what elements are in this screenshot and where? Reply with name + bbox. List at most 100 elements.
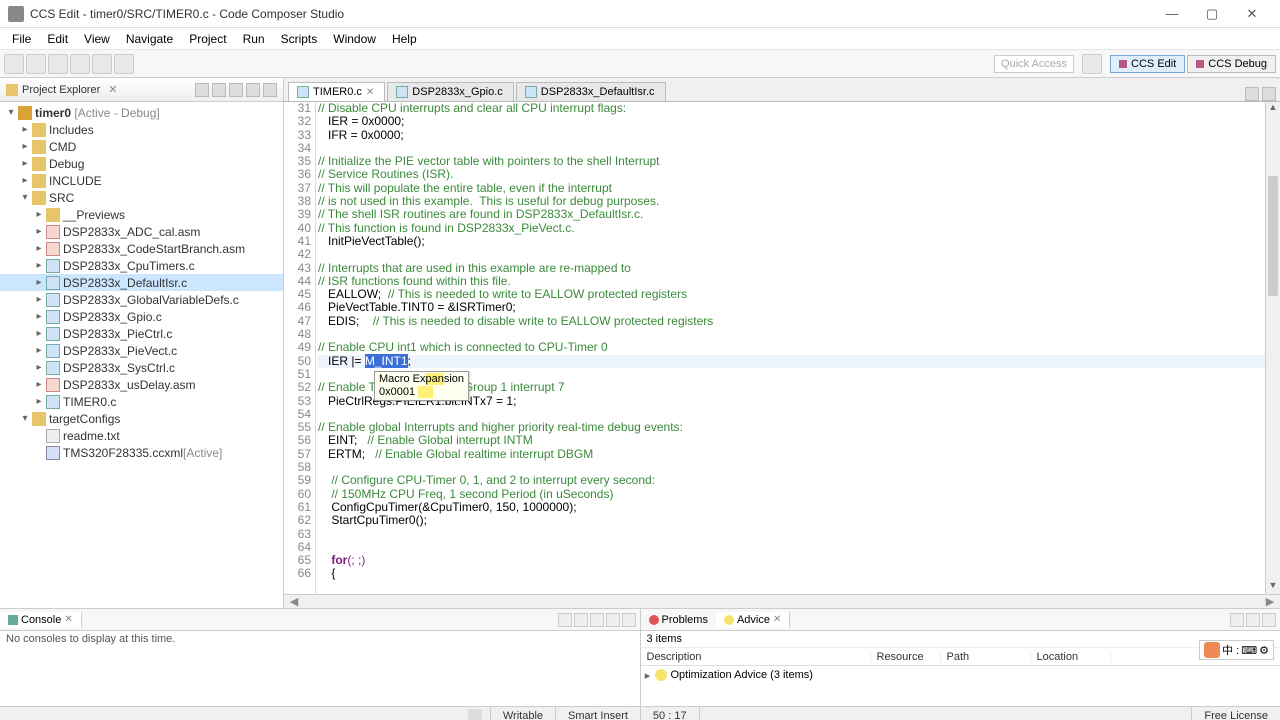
editor-max-button[interactable] — [1262, 87, 1276, 101]
toolbar: Quick Access CCS EditCCS Debug — [0, 50, 1280, 78]
ime-settings-icon[interactable]: ⚙ — [1259, 644, 1269, 657]
menu-project[interactable]: Project — [181, 30, 234, 48]
scroll-thumb[interactable] — [1268, 176, 1278, 296]
quick-access[interactable]: Quick Access — [994, 55, 1074, 73]
expand-icon[interactable]: ▸ — [641, 669, 655, 682]
advice-max-button[interactable] — [1262, 613, 1276, 627]
perspective-ccs-debug[interactable]: CCS Debug — [1187, 55, 1276, 73]
ime-overlay[interactable]: 中 : ⌨ ⚙ — [1199, 640, 1274, 660]
sogou-icon — [1204, 642, 1220, 658]
editor-tabbar: TIMER0.c ✕DSP2833x_Gpio.cDSP2833x_Defaul… — [284, 78, 1280, 102]
vertical-scrollbar[interactable]: ▲ ▼ — [1265, 102, 1280, 594]
col-resource[interactable]: Resource — [871, 651, 941, 663]
editor-min-button[interactable] — [1245, 87, 1259, 101]
console-max-button[interactable] — [622, 613, 636, 627]
perspective-ccs-edit[interactable]: CCS Edit — [1110, 55, 1185, 73]
status-icon[interactable] — [468, 709, 482, 720]
scroll-right-icon[interactable]: ▶ — [1264, 595, 1276, 608]
tree-node[interactable]: ▾targetConfigs — [0, 410, 283, 427]
tree-node[interactable]: ▸DSP2833x_ADC_cal.asm — [0, 223, 283, 240]
tree-node[interactable]: ▸INCLUDE — [0, 172, 283, 189]
console-open-button[interactable] — [590, 613, 604, 627]
editor-tab[interactable]: DSP2833x_Gpio.c — [387, 82, 514, 101]
code-editor[interactable]: 3132333435363738394041424344454647484950… — [284, 102, 1280, 594]
tree-node[interactable]: ▸DSP2833x_PieCtrl.c — [0, 325, 283, 342]
close-console-icon[interactable]: ✕ — [64, 614, 72, 625]
tab-problems[interactable]: Problems — [641, 612, 716, 628]
status-license: Free License — [1191, 707, 1280, 720]
tree-node[interactable]: ▸TIMER0.c — [0, 393, 283, 410]
menu-navigate[interactable]: Navigate — [118, 30, 181, 48]
macro-expansion-tooltip: Macro Expansion0x0001 — [374, 371, 469, 402]
tree-node[interactable]: readme.txt — [0, 427, 283, 444]
close-view-icon[interactable]: ✕ — [108, 83, 117, 96]
console-pin-button[interactable] — [558, 613, 572, 627]
tree-node[interactable]: ▸DSP2833x_Gpio.c — [0, 308, 283, 325]
line-gutter: 3132333435363738394041424344454647484950… — [284, 102, 316, 594]
view-title: Project Explorer — [22, 84, 100, 96]
menu-edit[interactable]: Edit — [39, 30, 76, 48]
col-path[interactable]: Path — [941, 651, 1031, 663]
scroll-left-icon[interactable]: ◀ — [288, 595, 300, 608]
link-editor-button[interactable] — [212, 83, 226, 97]
project-tree[interactable]: ▾timer0 [Active - Debug]▸Includes▸CMD▸De… — [0, 102, 283, 608]
menubar: FileEditViewNavigateProjectRunScriptsWin… — [0, 28, 1280, 50]
menu-window[interactable]: Window — [325, 30, 384, 48]
tab-console[interactable]: Console ✕ — [0, 612, 82, 628]
code-area[interactable]: // Disable CPU interrupts and clear all … — [316, 102, 1265, 594]
advice-tab-label: Advice — [737, 614, 770, 626]
advice-menu-button[interactable] — [1230, 613, 1244, 627]
col-location[interactable]: Location — [1031, 651, 1111, 663]
save-button[interactable] — [26, 54, 46, 74]
col-description[interactable]: Description — [641, 651, 871, 663]
menu-run[interactable]: Run — [235, 30, 273, 48]
minimize-button[interactable]: — — [1152, 0, 1192, 28]
tree-node[interactable]: ▾SRC — [0, 189, 283, 206]
debug-button[interactable] — [70, 54, 90, 74]
ime-keyboard-icon[interactable]: ⌨ — [1241, 644, 1257, 657]
new-button[interactable] — [4, 54, 24, 74]
scroll-down-icon[interactable]: ▼ — [1266, 580, 1280, 594]
view-menu-button[interactable] — [229, 83, 243, 97]
advice-columns: Description Resource Path Location — [641, 648, 1280, 666]
horizontal-scrollbar[interactable]: ◀ ▶ — [284, 594, 1280, 608]
tree-node[interactable]: ▸DSP2833x_PieVect.c — [0, 342, 283, 359]
tree-node[interactable]: ▾timer0 [Active - Debug] — [0, 104, 283, 121]
tree-node[interactable]: ▸DSP2833x_CodeStartBranch.asm — [0, 240, 283, 257]
close-advice-icon[interactable]: ✕ — [773, 614, 781, 625]
tab-advice[interactable]: Advice ✕ — [716, 612, 790, 628]
menu-scripts[interactable]: Scripts — [273, 30, 326, 48]
tree-node[interactable]: ▸Includes — [0, 121, 283, 138]
close-button[interactable]: ✕ — [1232, 0, 1272, 28]
collapse-all-button[interactable] — [195, 83, 209, 97]
forward-button[interactable] — [114, 54, 134, 74]
tree-node[interactable]: TMS320F28335.ccxml [Active] — [0, 444, 283, 461]
editor-tab[interactable]: TIMER0.c ✕ — [288, 82, 385, 101]
scroll-up-icon[interactable]: ▲ — [1266, 102, 1280, 116]
tree-node[interactable]: ▸DSP2833x_SysCtrl.c — [0, 359, 283, 376]
menu-file[interactable]: File — [4, 30, 39, 48]
status-bar: Writable Smart Insert 50 : 17 Free Licen… — [0, 706, 1280, 720]
console-min-button[interactable] — [606, 613, 620, 627]
editor-tab[interactable]: DSP2833x_DefaultIsr.c — [516, 82, 666, 101]
tree-node[interactable]: ▸__Previews — [0, 206, 283, 223]
tree-node[interactable]: ▸Debug — [0, 155, 283, 172]
minimize-view-button[interactable] — [246, 83, 260, 97]
tree-node[interactable]: ▸DSP2833x_GlobalVariableDefs.c — [0, 291, 283, 308]
build-button[interactable] — [48, 54, 68, 74]
menu-help[interactable]: Help — [384, 30, 425, 48]
menu-view[interactable]: View — [76, 30, 118, 48]
open-perspective-button[interactable] — [1082, 54, 1102, 74]
tree-node[interactable]: ▸DSP2833x_DefaultIsr.c — [0, 274, 283, 291]
tree-node[interactable]: ▸DSP2833x_usDelay.asm — [0, 376, 283, 393]
back-button[interactable] — [92, 54, 112, 74]
console-display-button[interactable] — [574, 613, 588, 627]
maximize-button[interactable]: ▢ — [1192, 0, 1232, 28]
maximize-view-button[interactable] — [263, 83, 277, 97]
tree-node[interactable]: ▸DSP2833x_CpuTimers.c — [0, 257, 283, 274]
status-writable: Writable — [490, 707, 555, 720]
advice-row[interactable]: ▸ Optimization Advice (3 items) — [641, 666, 1280, 684]
ime-text: 中 : — [1222, 642, 1239, 658]
tree-node[interactable]: ▸CMD — [0, 138, 283, 155]
advice-min-button[interactable] — [1246, 613, 1260, 627]
